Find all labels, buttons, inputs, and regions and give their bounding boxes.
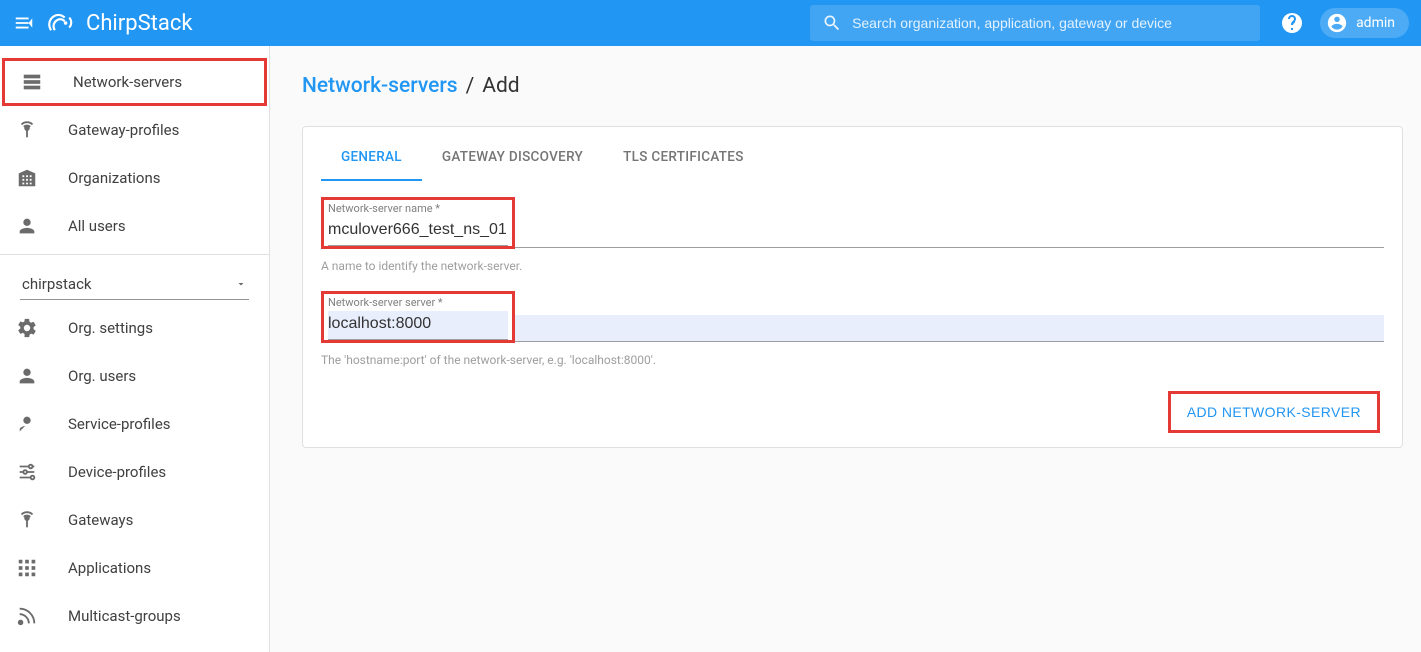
person-icon [16, 365, 38, 387]
sidebar-item-service-profiles[interactable]: Service-profiles [0, 400, 269, 448]
breadcrumb-separator: / [466, 74, 475, 98]
search-icon [822, 13, 842, 33]
tab-tls-certificates[interactable]: TLS CERTIFICATES [603, 135, 764, 181]
gear-icon [16, 317, 38, 339]
multicast-icon [16, 605, 38, 627]
antenna-icon [16, 119, 38, 141]
sidebar-item-label: Org. settings [68, 319, 153, 337]
logo-text: ChirpStack [86, 11, 193, 36]
username-label: admin [1356, 15, 1395, 31]
tab-general[interactable]: GENERAL [321, 135, 422, 181]
sidebar-item-label: Applications [68, 559, 151, 577]
network-server-name-input[interactable] [328, 217, 508, 246]
sidebar-item-applications[interactable]: Applications [0, 544, 269, 592]
sidebar-item-multicast-groups[interactable]: Multicast-groups [0, 592, 269, 640]
org-selector[interactable]: chirpstack [0, 259, 269, 304]
sidebar-item-org-users[interactable]: Org. users [0, 352, 269, 400]
sidebar: Network-servers Gateway-profiles Organiz… [0, 46, 270, 652]
building-icon [16, 167, 38, 189]
sidebar-item-label: Multicast-groups [68, 607, 181, 625]
sidebar-item-gateways[interactable]: Gateways [0, 496, 269, 544]
sidebar-item-label: Organizations [68, 169, 161, 187]
sidebar-item-gateway-profiles[interactable]: Gateway-profiles [0, 106, 269, 154]
sidebar-item-organizations[interactable]: Organizations [0, 154, 269, 202]
field-server-help: The 'hostname:port' of the network-serve… [321, 353, 1384, 367]
chevron-down-icon [235, 278, 247, 290]
sidebar-item-label: Device-profiles [68, 463, 166, 481]
tab-gateway-discovery[interactable]: GATEWAY DISCOVERY [422, 135, 603, 181]
service-icon [16, 413, 38, 435]
apps-icon [16, 557, 38, 579]
breadcrumb-root[interactable]: Network-servers [302, 74, 458, 98]
menu-collapse-icon [13, 12, 35, 34]
sidebar-divider [0, 254, 269, 255]
network-server-server-input[interactable] [328, 311, 508, 340]
add-network-server-button[interactable]: ADD NETWORK-SERVER [1168, 391, 1380, 433]
servers-icon [21, 71, 43, 93]
field-name-highlight: Network-server name * [321, 197, 515, 249]
menu-toggle-button[interactable] [12, 11, 36, 35]
antenna-icon [16, 509, 38, 531]
sidebar-item-label: Network-servers [73, 73, 182, 91]
sidebar-item-all-users[interactable]: All users [0, 202, 269, 250]
logo-icon [44, 5, 80, 41]
main-content: Network-servers / Add GENERAL GATEWAY DI… [270, 46, 1421, 652]
sidebar-item-label: Gateway-profiles [68, 121, 179, 139]
form: Network-server name * A name to identify… [303, 181, 1402, 433]
sidebar-item-label: Service-profiles [68, 415, 171, 433]
field-name-label: Network-server name * [328, 202, 508, 215]
sidebar-item-network-servers[interactable]: Network-servers [2, 58, 267, 106]
breadcrumb: Network-servers / Add [302, 74, 1403, 98]
account-icon [1326, 12, 1348, 34]
sidebar-item-device-profiles[interactable]: Device-profiles [0, 448, 269, 496]
sidebar-item-org-settings[interactable]: Org. settings [0, 304, 269, 352]
sidebar-item-label: All users [68, 217, 126, 235]
breadcrumb-current: Add [482, 74, 519, 98]
org-selector-value: chirpstack [22, 275, 92, 293]
user-menu[interactable]: admin [1320, 8, 1409, 38]
app-header: ChirpStack admin [0, 0, 1421, 46]
search-input[interactable] [852, 15, 1248, 31]
field-server-highlight: Network-server server * [321, 291, 515, 343]
sliders-icon [16, 461, 38, 483]
field-server-label: Network-server server * [328, 296, 508, 309]
search-box[interactable] [810, 5, 1260, 41]
sidebar-item-label: Org. users [68, 367, 136, 385]
logo[interactable]: ChirpStack [44, 5, 193, 41]
person-icon [16, 215, 38, 237]
field-name-help: A name to identify the network-server. [321, 259, 1384, 273]
form-card: GENERAL GATEWAY DISCOVERY TLS CERTIFICAT… [302, 126, 1403, 448]
tab-bar: GENERAL GATEWAY DISCOVERY TLS CERTIFICAT… [303, 127, 1402, 181]
sidebar-item-label: Gateways [68, 511, 133, 529]
help-icon[interactable] [1280, 11, 1304, 35]
